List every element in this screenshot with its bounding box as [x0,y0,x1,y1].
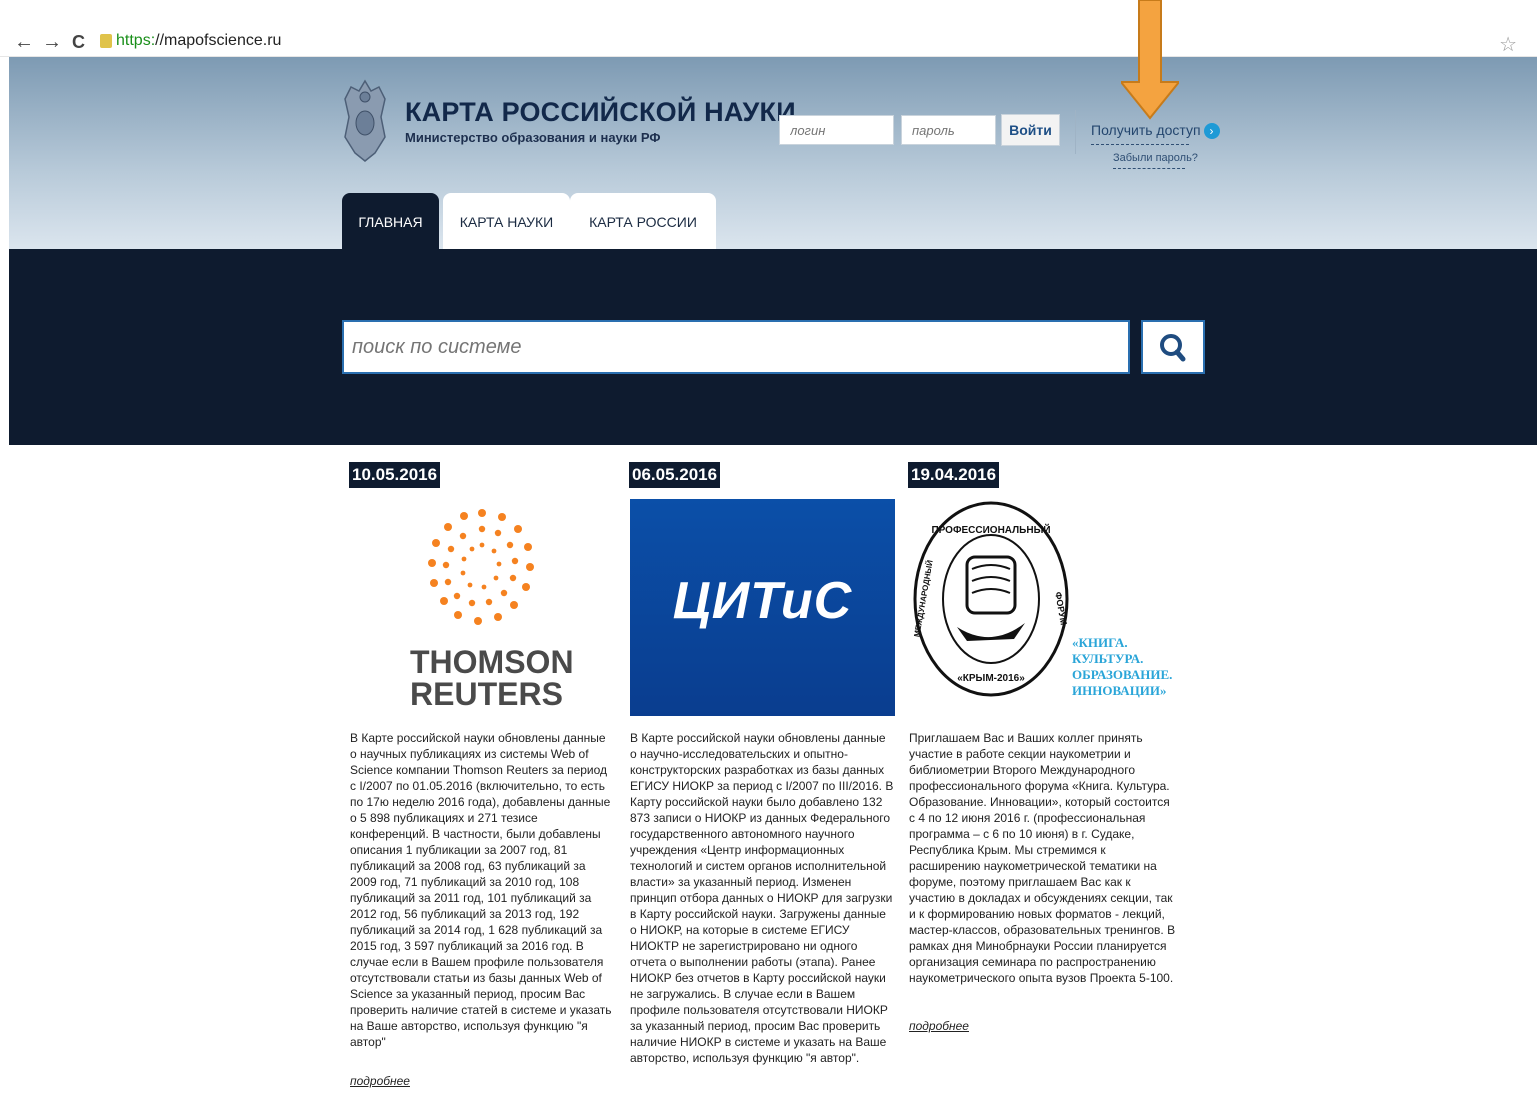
header-divider [1075,110,1076,154]
login-input[interactable] [779,115,894,145]
seal-bottom-text: «КРЫМ-2016» [957,673,1025,684]
site-header [9,57,1537,249]
read-more-link[interactable]: подробнее [350,1074,410,1088]
get-access-link[interactable]: Получить доступ › [1091,122,1220,140]
bookmark-star-icon[interactable]: ☆ [1499,32,1517,57]
forum-caption: «КНИГА. КУЛЬТУРА. ОБРАЗОВАНИЕ. ИННОВАЦИИ… [1072,635,1172,699]
search-button[interactable] [1141,320,1205,374]
news-text: В Карте российской науки обновлены данны… [630,731,894,1065]
tab-science-map[interactable]: КАРТА НАУКИ [443,193,570,249]
forum-caption-line: «КНИГА. [1072,635,1128,650]
forgot-underline [1113,168,1185,169]
login-button[interactable]: Войти [1001,114,1060,146]
forward-button[interactable]: → [42,32,62,52]
password-input[interactable] [901,115,996,145]
thomson-reuters-logo [428,509,534,625]
search-input[interactable] [342,320,1130,374]
chevron-right-icon: › [1203,123,1220,140]
read-more-link[interactable]: подробнее [909,1019,969,1033]
news-date: 19.04.2016 [908,462,1000,488]
citis-wordmark: ЦИТиС [672,572,853,630]
search-icon [1160,334,1186,362]
site-title: КАРТА РОССИЙСКОЙ НАУКИ [405,97,796,127]
citis-logo: ЦИТиС [630,499,895,716]
url-scheme: https: [116,32,156,49]
access-underline [1091,144,1189,145]
coat-of-arms-icon [344,79,386,162]
lock-icon [100,33,112,48]
browser-toolbar: ← → C https://mapofscience.ru ☆ [0,30,1537,57]
down-arrow-icon [1121,0,1179,120]
thomson-reuters-wordmark: THOMSON REUTERS [410,644,574,712]
back-button[interactable]: ← [14,32,34,52]
site-subtitle: Министерство образования и науки РФ [405,130,661,145]
forum-seal-logo: ПРОФЕССИОНАЛЬНЫЙ МЕЖДУНАРОДНЫЙ ФОРУМ «КР… [912,501,1069,697]
reload-button[interactable]: C [72,32,85,52]
get-access-label: Получить доступ [1091,122,1201,138]
forum-caption-line: КУЛЬТУРА. [1072,651,1144,666]
forgot-password-link[interactable]: Забыли пароль? [1113,152,1198,164]
tab-russia-map[interactable]: КАРТА РОССИИ [570,193,716,249]
news-date: 10.05.2016 [349,462,441,488]
forum-caption-line: ОБРАЗОВАНИЕ. [1072,667,1173,682]
tab-main[interactable]: ГЛАВНАЯ [342,193,439,249]
news-text: В Карте российской науки обновлены данны… [350,731,612,1049]
url-text: //mapofscience.ru [155,32,282,49]
forum-caption-line: ИННОВАЦИИ» [1072,683,1167,698]
news-date: 06.05.2016 [629,462,721,488]
seal-top-text: ПРОФЕССИОНАЛЬНЫЙ [931,523,1050,536]
address-bar[interactable]: https://mapofscience.ru [100,32,1520,52]
news-text: Приглашаем Вас и Ваших коллег принять уч… [909,731,1176,985]
